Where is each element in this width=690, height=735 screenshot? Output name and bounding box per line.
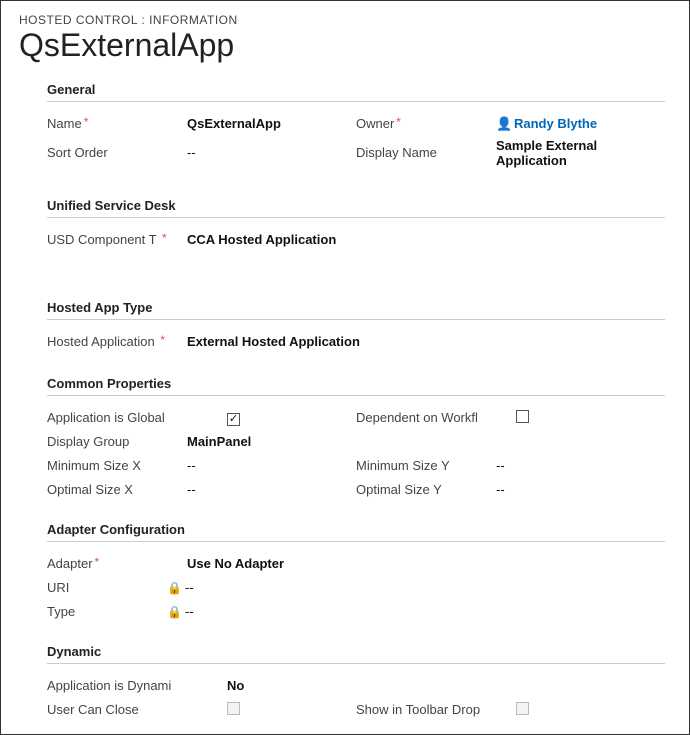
lock-icon: 🔒 [167, 582, 179, 594]
label-app-global: Application is Global [47, 410, 187, 425]
checkbox-show-toolbar[interactable] [516, 702, 529, 715]
owner-link[interactable]: Randy Blythe [514, 116, 597, 131]
row-canclose-toolbar: User Can Close Show in Toolbar Drop [47, 698, 665, 722]
section-adapter-header: Adapter Configuration [47, 522, 665, 542]
value-display-group[interactable]: MainPanel [187, 434, 356, 449]
row-usd-component: USD Component T * CCA Hosted Application [47, 228, 665, 252]
row-global-depworkflow: Application is Global ✓ Dependent on Wor… [47, 406, 665, 430]
form-frame: HOSTED CONTROL : INFORMATION QsExternalA… [0, 0, 690, 735]
label-opt-x: Optimal Size X [47, 482, 187, 497]
value-type: 🔒 -- [167, 604, 665, 619]
label-dep-workflow: Dependent on Workfl [356, 410, 496, 425]
row-type: Type 🔒 -- [47, 600, 665, 624]
value-hosted-app[interactable]: External Hosted Application [187, 334, 665, 349]
label-sort-order: Sort Order [47, 145, 187, 160]
checkbox-can-close[interactable] [227, 702, 240, 715]
value-usd-component[interactable]: CCA Hosted Application [187, 232, 665, 247]
row-opt-size: Optimal Size X -- Optimal Size Y -- [47, 478, 665, 502]
label-usd-component: USD Component T * [47, 232, 187, 247]
required-asterisk: * [84, 116, 89, 129]
label-adapter: Adapter* [47, 556, 187, 571]
value-uri: 🔒 -- [167, 580, 665, 595]
label-can-close: User Can Close [47, 702, 187, 717]
row-adapter: Adapter* Use No Adapter [47, 552, 665, 576]
row-min-size: Minimum Size X -- Minimum Size Y -- [47, 454, 665, 478]
label-min-x: Minimum Size X [47, 458, 187, 473]
lock-icon: 🔒 [167, 606, 179, 618]
value-type-text: -- [185, 604, 194, 619]
page-title: QsExternalApp [19, 27, 671, 64]
required-asterisk: * [396, 116, 401, 129]
value-min-y[interactable]: -- [496, 458, 665, 473]
label-type: Type [47, 604, 167, 619]
row-uri: URI 🔒 -- [47, 576, 665, 600]
section-common-header: Common Properties [47, 376, 665, 396]
person-icon: 👤 [496, 116, 510, 132]
value-adapter[interactable]: Use No Adapter [187, 556, 665, 571]
value-min-x[interactable]: -- [187, 458, 356, 473]
value-display-name[interactable]: Sample External Application [496, 138, 665, 168]
label-hosted-app-text: Hosted Application [47, 334, 155, 349]
row-is-dynamic: Application is Dynami No [47, 674, 665, 698]
label-name: Name* [47, 116, 187, 131]
value-sort-order[interactable]: -- [187, 145, 356, 160]
label-uri: URI [47, 580, 167, 595]
label-name-text: Name [47, 116, 82, 131]
checkbox-app-global[interactable]: ✓ [227, 413, 240, 426]
checkbox-dep-workflow[interactable] [516, 410, 529, 423]
label-display-name: Display Name [356, 145, 496, 160]
required-asterisk: * [160, 334, 165, 347]
label-usd-component-text: USD Component T [47, 232, 156, 247]
value-opt-y[interactable]: -- [496, 482, 665, 497]
section-hosted-type-header: Hosted App Type [47, 300, 665, 320]
row-hosted-app: Hosted Application * External Hosted App… [47, 330, 665, 354]
breadcrumb: HOSTED CONTROL : INFORMATION [19, 13, 671, 27]
label-hosted-app: Hosted Application * [47, 334, 187, 349]
required-asterisk: * [95, 556, 100, 569]
label-opt-y: Optimal Size Y [356, 482, 496, 497]
row-name-owner: Name* QsExternalApp Owner* 👤 Randy Blyth… [47, 112, 665, 136]
section-dynamic-header: Dynamic [47, 644, 665, 664]
required-asterisk: * [162, 232, 167, 245]
value-owner[interactable]: 👤 Randy Blythe [496, 116, 665, 132]
label-owner-text: Owner [356, 116, 394, 131]
label-min-y: Minimum Size Y [356, 458, 496, 473]
label-show-toolbar: Show in Toolbar Drop [356, 702, 496, 717]
row-sort-display: Sort Order -- Display Name Sample Extern… [47, 136, 665, 170]
label-display-group: Display Group [47, 434, 187, 449]
section-usd-header: Unified Service Desk [47, 198, 665, 218]
value-app-global: ✓ [187, 410, 356, 426]
value-uri-text: -- [185, 580, 194, 595]
section-general-header: General [47, 82, 665, 102]
label-adapter-text: Adapter [47, 556, 93, 571]
form-content: General Name* QsExternalApp Owner* 👤 Ran… [19, 82, 671, 722]
row-display-group: Display Group MainPanel [47, 430, 665, 454]
value-is-dynamic[interactable]: No [187, 678, 665, 693]
value-can-close [187, 702, 356, 718]
value-name[interactable]: QsExternalApp [187, 116, 356, 131]
label-is-dynamic: Application is Dynami [47, 678, 187, 693]
value-show-toolbar [496, 702, 665, 718]
value-dep-workflow [496, 410, 665, 426]
value-opt-x[interactable]: -- [187, 482, 356, 497]
label-owner: Owner* [356, 116, 496, 131]
